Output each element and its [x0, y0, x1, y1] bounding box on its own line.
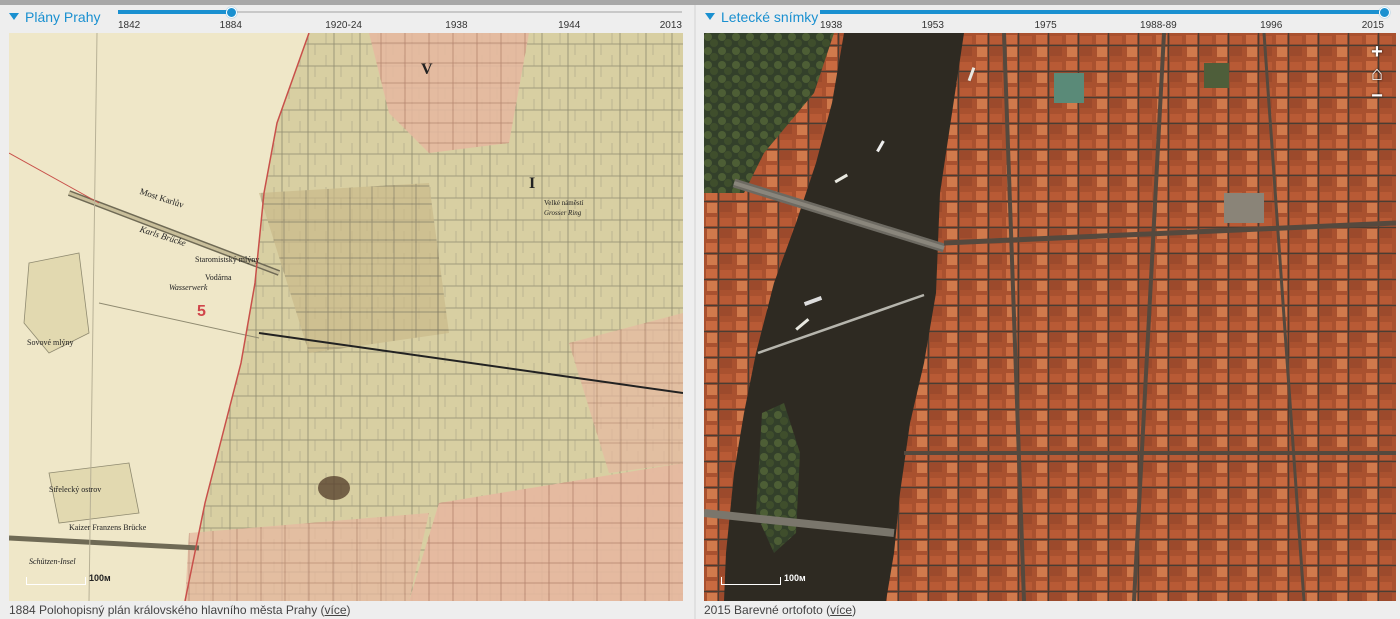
aerial-photo-caption: 2015 Barevné ortofoto (více) [704, 603, 856, 617]
more-info-link[interactable]: více [830, 603, 852, 617]
slider-tick-label[interactable]: 1884 [220, 20, 242, 31]
historical-map-view[interactable]: V I 5 Most Karlův Karls Brücke Staromist… [9, 33, 683, 601]
slider-tick-label[interactable]: 1938 [445, 20, 467, 31]
aerial-photos-toggle[interactable]: Letecké snímky [705, 9, 818, 25]
aerial-photos-header: Letecké snímky 1938 1953 1975 1988-89 1996 20… [696, 5, 1400, 33]
slider-tick-label[interactable]: 1996 [1260, 20, 1282, 31]
slider-tick-label[interactable]: 2013 [660, 20, 682, 31]
triangle-down-icon [9, 13, 19, 20]
slider-tick-label[interactable]: 1944 [558, 20, 580, 31]
historical-map-image [9, 33, 683, 601]
slider-tick-label[interactable]: 1988-89 [1140, 20, 1177, 31]
slider-thumb[interactable] [225, 7, 237, 18]
map-label: Sovové mlýny [27, 338, 74, 347]
map-label: 5 [197, 303, 206, 320]
slider-tick-label[interactable]: 1842 [118, 20, 140, 31]
slider-tick-label[interactable]: 1975 [1034, 20, 1056, 31]
map-scale-label: 100м [89, 573, 111, 583]
aerial-map-view[interactable]: + ⌂ − 100м [704, 33, 1396, 601]
map-label: Wasserwerk [169, 283, 208, 292]
map-label: Grosser Ring [544, 209, 582, 217]
caption-text: 2015 Barevné ortofoto ( [704, 603, 831, 617]
map-scale-bar [721, 577, 781, 585]
home-button[interactable]: ⌂ [1366, 63, 1388, 85]
slider-tick-label[interactable]: 1920-24 [325, 20, 362, 31]
slider-fill [118, 10, 231, 14]
map-zoom-controls: + ⌂ − [1366, 41, 1388, 107]
historical-plans-toggle[interactable]: Plány Prahy [9, 9, 100, 25]
slider-thumb[interactable] [1379, 7, 1390, 18]
aerial-photo-image [704, 33, 1396, 601]
zoom-out-button[interactable]: − [1366, 85, 1388, 107]
caption-close: ) [346, 603, 351, 617]
aerial-photos-pane: Letecké snímky 1938 1953 1975 1988-89 1996 20… [696, 5, 1400, 619]
map-scale-bar [26, 577, 86, 585]
map-label: Staromistský mlýny [195, 255, 260, 264]
aerial-photos-title: Letecké snímky [721, 9, 819, 25]
slider-tick-label[interactable]: 1938 [820, 20, 842, 31]
triangle-down-icon [705, 13, 715, 20]
slider-fill [820, 10, 1384, 14]
slider-tick-label[interactable]: 1953 [922, 20, 944, 31]
slider-tick-label[interactable]: 2015 [1362, 20, 1384, 31]
map-label: Velké náměstí [544, 199, 584, 207]
map-label: Kaizer Franzens Brücke [69, 523, 147, 532]
historical-plans-pane: Plány Prahy 1842 1884 1920-24 1938 1944 2013 [0, 5, 694, 619]
caption-text: 1884 Polohopisný plán královského hlavní… [9, 603, 325, 617]
map-label: Schützen-Insel [29, 557, 76, 566]
plans-year-slider[interactable]: 1842 1884 1920-24 1938 1944 2013 [118, 5, 682, 33]
caption-close: ) [852, 603, 857, 617]
zoom-in-button[interactable]: + [1366, 41, 1388, 63]
aerial-year-slider[interactable]: 1938 1953 1975 1988-89 1996 2015 [820, 5, 1390, 33]
map-label: I [529, 175, 536, 192]
map-label: V [421, 61, 433, 78]
more-info-link[interactable]: více [325, 603, 347, 617]
map-label: Střelecký ostrov [49, 485, 102, 494]
historical-plans-header: Plány Prahy 1842 1884 1920-24 1938 1944 2013 [0, 5, 694, 33]
historical-map-caption: 1884 Polohopisný plán královského hlavní… [9, 603, 351, 617]
historical-plans-title: Plány Prahy [25, 9, 101, 25]
map-scale-label: 100м [784, 573, 806, 583]
map-label: Vodárna [205, 273, 232, 282]
